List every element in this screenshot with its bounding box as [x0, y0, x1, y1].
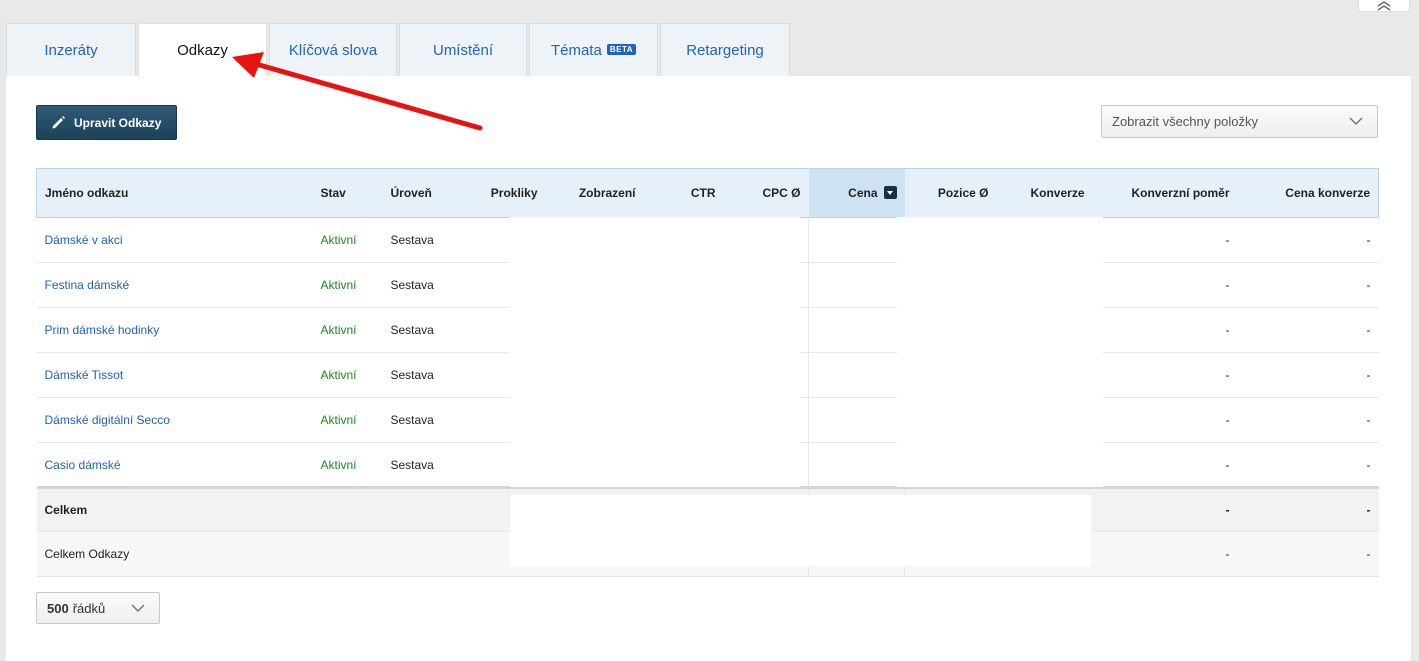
data-cell — [312, 486, 383, 532]
data-cell — [808, 352, 905, 398]
data-cell — [382, 486, 468, 532]
conversion-cost-cell: - — [1237, 262, 1379, 308]
status-cell: Aktivní — [312, 397, 383, 443]
tab-inzeraty[interactable]: Inzeráty — [6, 23, 136, 76]
rows-per-page-select[interactable]: 500 řádků — [36, 592, 160, 624]
link-name[interactable]: Dámské Tissot — [45, 368, 124, 382]
data-cell — [808, 397, 905, 443]
tab-label: Umístění — [432, 41, 493, 59]
conversion-cost-cell: - — [1237, 531, 1379, 577]
filter-select-value: Zobrazit všechny položky — [1112, 114, 1258, 129]
level-cell: Sestava — [382, 352, 468, 398]
table-header-row: Jméno odkazu Stav Úroveň Prokliky Zobraz… — [36, 168, 1379, 218]
level-cell: Sestava — [382, 397, 468, 443]
level-cell: Sestava — [382, 217, 468, 263]
conversion-rate-cell: - — [1092, 442, 1238, 488]
link-name[interactable]: Dámské digitální Secco — [45, 413, 170, 427]
edit-links-label: Upravit Odkazy — [74, 115, 162, 130]
col-header-status[interactable]: Stav — [312, 168, 383, 218]
data-cell — [808, 217, 905, 263]
col-header-conversion-rate[interactable]: Konverzní poměr — [1092, 168, 1238, 218]
link-name[interactable]: Festina dámské — [45, 278, 130, 292]
collapse-button[interactable] — [1358, 0, 1410, 12]
data-cell — [808, 307, 905, 353]
tab-label: Inzeráty — [44, 41, 98, 59]
conversion-cost-cell: - — [1237, 442, 1379, 488]
link-name-cell: Dámské digitální Secco — [36, 397, 313, 443]
data-cell — [808, 262, 905, 308]
chevron-down-icon — [1349, 117, 1363, 126]
sort-desc-icon — [883, 186, 897, 200]
rows-label: řádků — [72, 600, 106, 616]
col-header-position[interactable]: Pozice Ø — [904, 168, 997, 218]
col-header-price-label: Cena — [848, 185, 878, 200]
link-name-cell: Dámské v akci — [36, 217, 313, 263]
conversion-rate-cell: - — [1092, 262, 1238, 308]
col-header-ctr[interactable]: CTR — [643, 168, 724, 218]
tab-klicova-slova[interactable]: Klíčová slova — [269, 23, 397, 76]
conversion-rate-cell: - — [1092, 217, 1238, 263]
edit-links-button[interactable]: Upravit Odkazy — [36, 105, 177, 140]
data-cell — [382, 531, 468, 577]
tab-temata[interactable]: Témata BETA — [529, 23, 658, 76]
redacted-area — [897, 217, 1103, 487]
conversion-cost-cell: - — [1237, 217, 1379, 263]
tab-label: Témata — [550, 41, 602, 59]
redacted-area — [510, 495, 1091, 566]
col-header-impressions[interactable]: Zobrazení — [545, 168, 644, 218]
tab-odkazy[interactable]: Odkazy — [138, 23, 267, 77]
conversion-cost-cell: - — [1237, 307, 1379, 353]
level-cell: Sestava — [382, 262, 468, 308]
conversion-cost-cell: - — [1237, 486, 1379, 532]
conversion-rate-cell: - — [1092, 486, 1238, 532]
level-cell: Sestava — [382, 307, 468, 353]
col-header-clicks[interactable]: Prokliky — [467, 168, 546, 218]
col-header-name[interactable]: Jméno odkazu — [36, 168, 313, 218]
status-cell: Aktivní — [312, 442, 383, 488]
conversion-rate-cell: - — [1092, 307, 1238, 353]
conversion-rate-cell: - — [1092, 352, 1238, 398]
col-header-level[interactable]: Úroveň — [382, 168, 468, 218]
content-panel: Upravit Odkazy Zobrazit všechny položky … — [6, 76, 1411, 661]
pencil-icon — [52, 116, 65, 129]
tab-retargeting[interactable]: Retargeting — [660, 23, 790, 76]
chevron-down-icon — [131, 604, 145, 613]
tab-umisteni[interactable]: Umístění — [399, 23, 527, 76]
tab-bar: Inzeráty Odkazy Klíčová slova Umístění T… — [6, 23, 792, 77]
redacted-area — [510, 217, 800, 487]
filter-select[interactable]: Zobrazit všechny položky — [1101, 105, 1378, 138]
link-name[interactable]: Prim dámské hodinky — [45, 323, 160, 337]
level-cell: Sestava — [382, 442, 468, 488]
tab-label: Odkazy — [177, 42, 228, 59]
col-header-cpc[interactable]: CPC Ø — [723, 168, 809, 218]
status-cell: Aktivní — [312, 352, 383, 398]
data-cell — [808, 442, 905, 488]
total-row-label: Celkem — [36, 486, 313, 532]
col-header-conversions[interactable]: Konverze — [996, 168, 1093, 218]
subtotal-row-label: Celkem Odkazy — [36, 531, 313, 577]
rows-count: 500 — [47, 600, 69, 616]
conversion-cost-cell: - — [1237, 397, 1379, 443]
status-cell: Aktivní — [312, 217, 383, 263]
link-name-cell: Festina dámské — [36, 262, 313, 308]
link-name-cell: Prim dámské hodinky — [36, 307, 313, 353]
tab-label: Klíčová slova — [288, 41, 378, 59]
col-header-price[interactable]: Cena — [808, 168, 905, 218]
data-cell — [312, 531, 383, 577]
col-header-conversion-cost[interactable]: Cena konverze — [1237, 168, 1379, 218]
conversion-rate-cell: - — [1092, 397, 1238, 443]
link-name[interactable]: Dámské v akci — [45, 233, 123, 247]
conversion-cost-cell: - — [1237, 352, 1379, 398]
tab-label: Retargeting — [686, 41, 764, 59]
double-chevron-up-icon — [1377, 0, 1391, 11]
link-name-cell: Dámské Tissot — [36, 352, 313, 398]
status-cell: Aktivní — [312, 307, 383, 353]
conversion-rate-cell: - — [1092, 531, 1238, 577]
link-name[interactable]: Casio dámské — [45, 458, 121, 472]
beta-badge: BETA — [606, 43, 637, 55]
status-cell: Aktivní — [312, 262, 383, 308]
link-name-cell: Casio dámské — [36, 442, 313, 488]
